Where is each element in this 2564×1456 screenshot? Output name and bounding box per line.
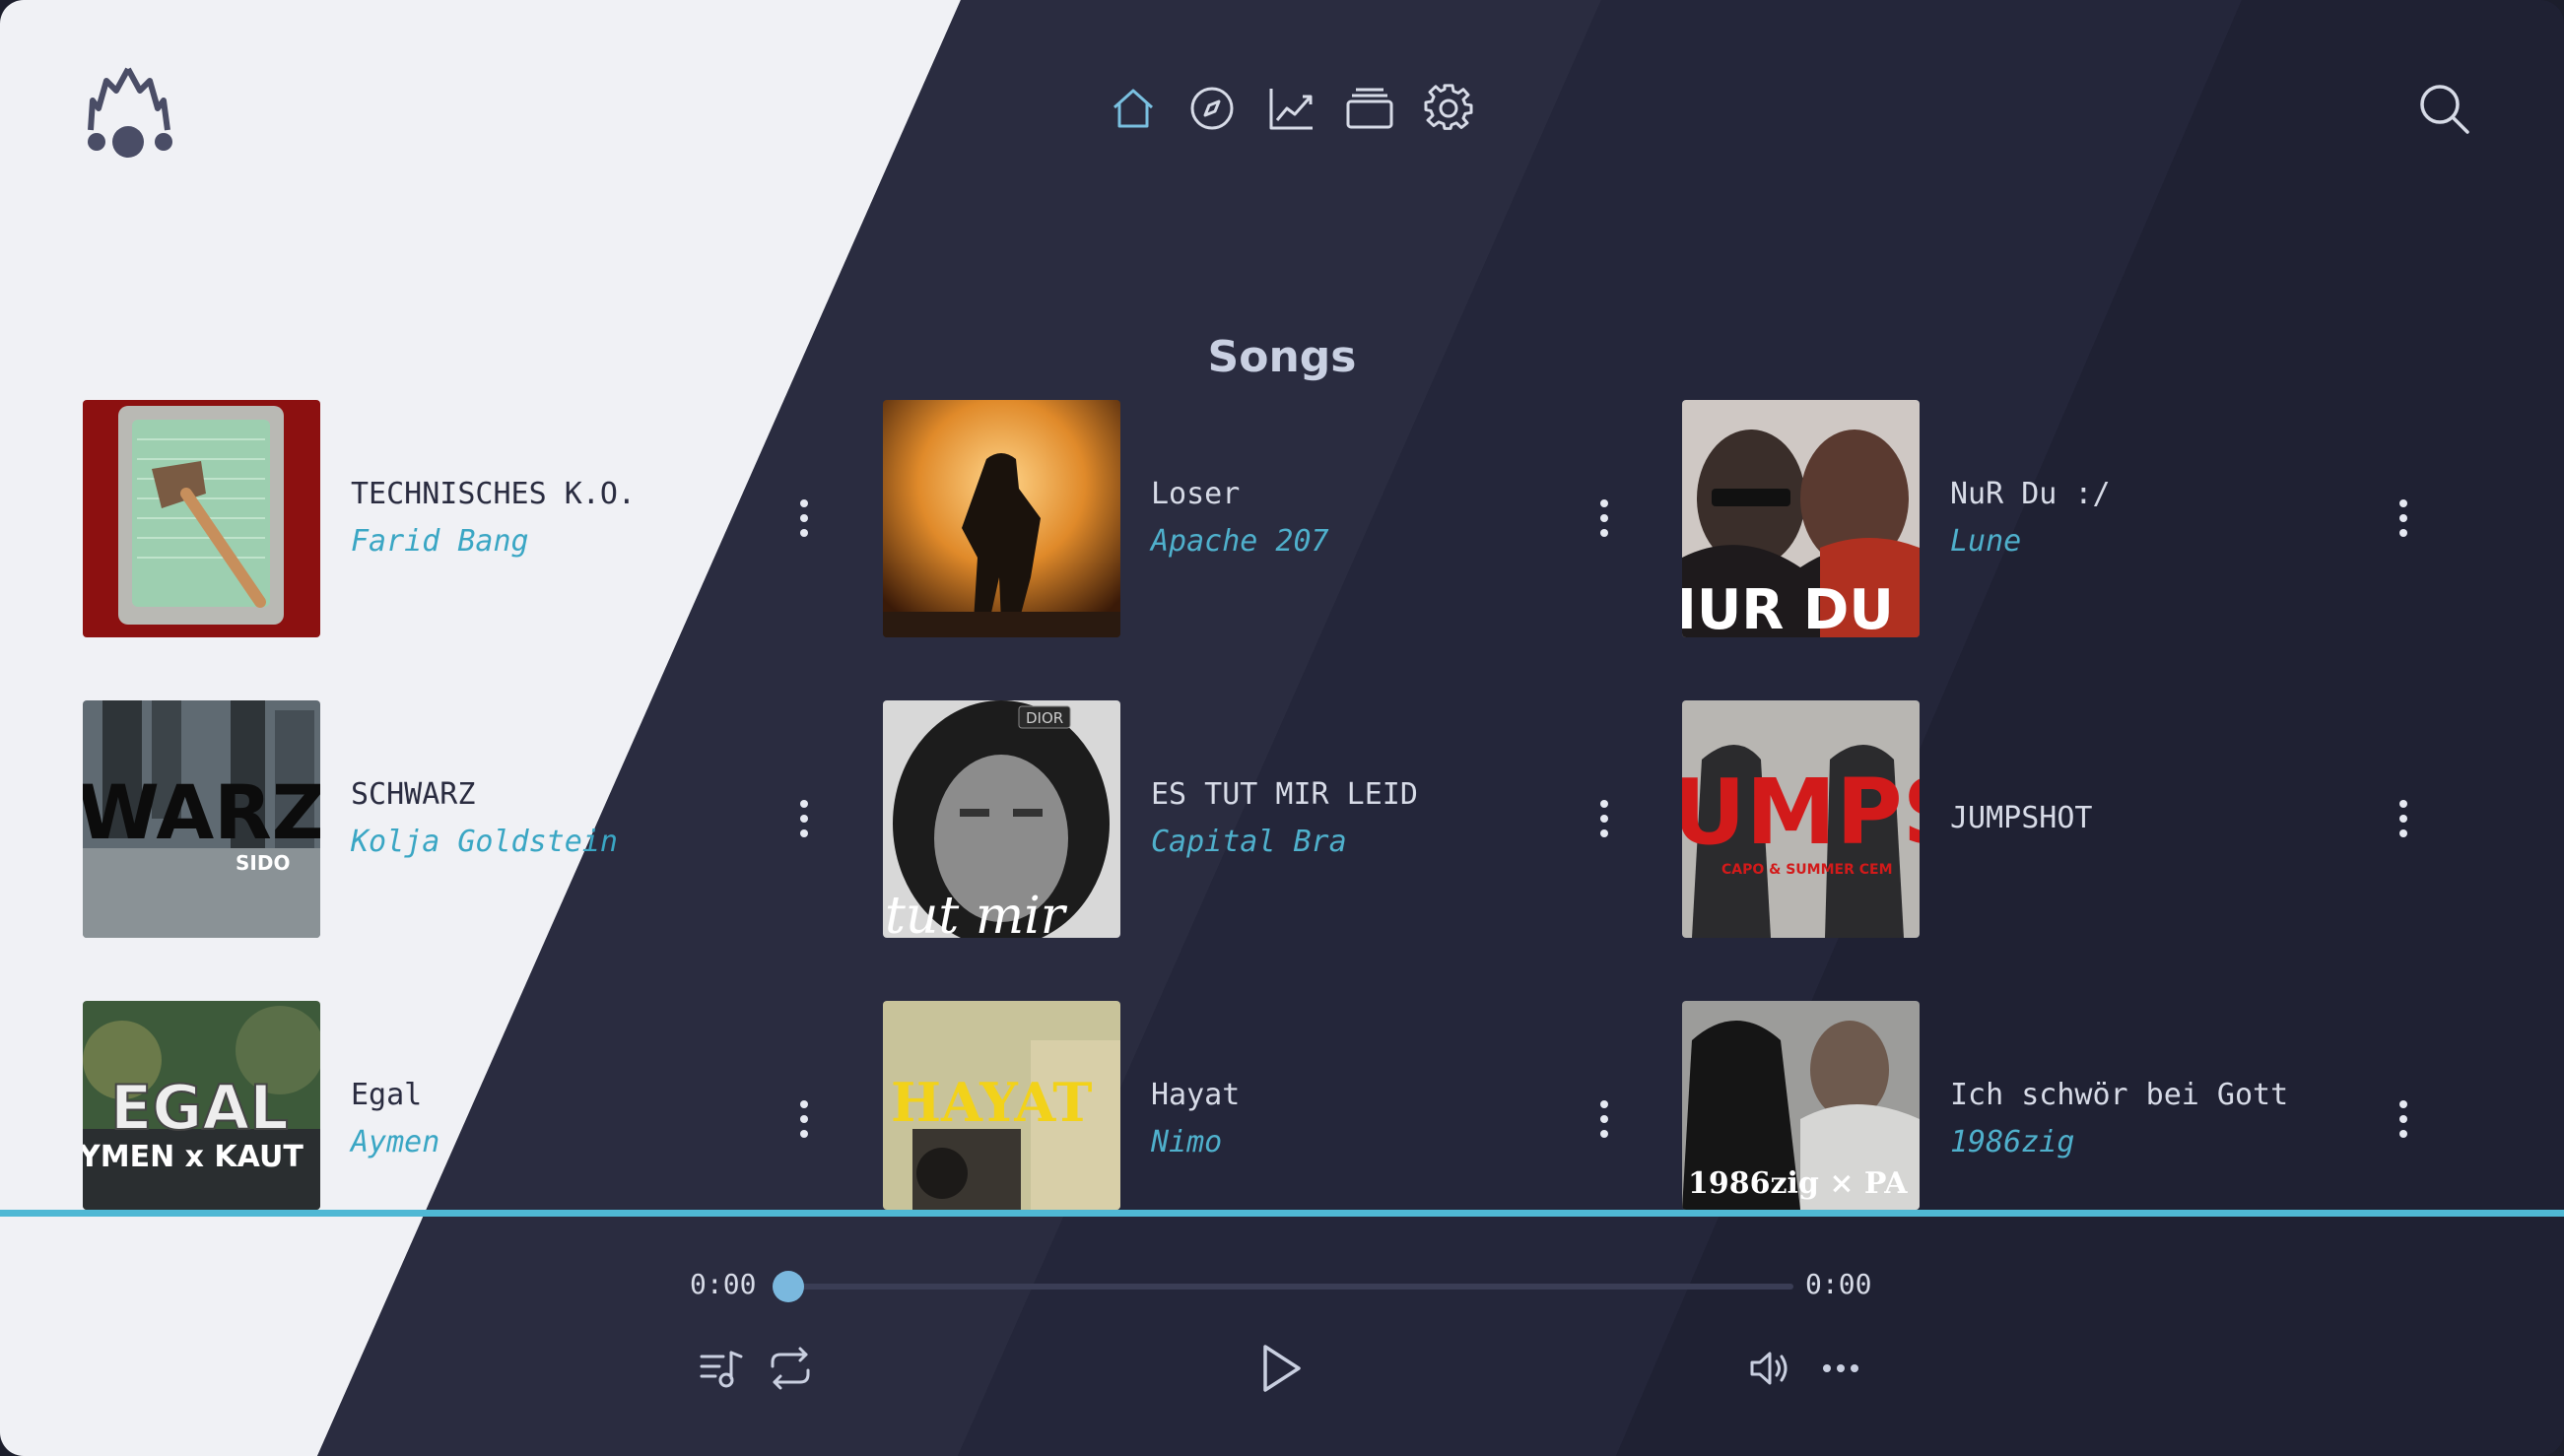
song-title: Loser <box>1151 477 1241 511</box>
album-art-text: IUR DU <box>1682 578 1894 637</box>
album-art[interactable]: 1986zig × PA SPORT <box>1682 1001 1920 1210</box>
more-options-icon[interactable] <box>1588 1092 1620 1147</box>
more-options-icon[interactable] <box>1588 791 1620 846</box>
gear-icon[interactable] <box>1424 81 1473 136</box>
song-card[interactable]: EGAL YMEN x KAUT Egal Aymen <box>83 1001 861 1238</box>
song-artist[interactable]: Nimo <box>1151 1125 1222 1159</box>
song-title: TECHNISCHES K.O. <box>351 477 636 511</box>
song-title: Egal <box>351 1078 423 1112</box>
album-art-subtext: SIDO <box>236 851 290 875</box>
album-art[interactable]: IUR DU <box>1682 400 1920 637</box>
album-art-badge: DIOR <box>1026 709 1063 727</box>
repeat-icon[interactable] <box>763 1341 818 1396</box>
album-art[interactable]: EGAL YMEN x KAUT <box>83 1001 320 1210</box>
library-icon[interactable] <box>1345 81 1394 136</box>
more-options-icon[interactable] <box>1588 491 1620 546</box>
album-art-text: WARZ <box>83 768 320 856</box>
song-title: Ich schwör bei Gott <box>1950 1078 2289 1112</box>
home-icon[interactable] <box>1109 81 1158 136</box>
queue-icon[interactable] <box>694 1341 749 1396</box>
song-card[interactable]: HAYAT Hayat Nimo <box>883 1001 1661 1238</box>
album-art-text: tut mir <box>885 887 1068 938</box>
album-art-text: UMPSH <box>1682 760 1920 865</box>
song-card[interactable]: UMPSH CAPO & SUMMER CEM JUMPSHOT <box>1682 700 2461 938</box>
album-art-text: 1986zig × PA SPORT <box>1688 1166 1920 1201</box>
seek-handle[interactable] <box>773 1271 804 1302</box>
song-artist[interactable]: Capital Bra <box>1151 825 1347 859</box>
compass-icon[interactable] <box>1187 81 1237 136</box>
album-art-subtext: YMEN x KAUT <box>83 1140 304 1174</box>
album-art[interactable]: HAYAT <box>883 1001 1120 1210</box>
flame-logo-icon[interactable] <box>87 61 175 160</box>
total-time: 0:00 <box>1805 1268 1872 1300</box>
seek-bar[interactable] <box>773 1271 1793 1302</box>
song-card[interactable]: 1986zig × PA SPORT Ich schwör bei Gott 1… <box>1682 1001 2461 1238</box>
song-artist[interactable]: Farid Bang <box>351 524 529 559</box>
song-title: ES TUT MIR LEID <box>1151 777 1418 812</box>
player-top-border <box>0 1210 2564 1217</box>
song-artist[interactable]: Apache 207 <box>1151 524 1329 559</box>
current-time: 0:00 <box>690 1268 757 1300</box>
song-artist[interactable]: Lune <box>1950 524 2021 559</box>
album-art-text: HAYAT <box>891 1071 1092 1134</box>
play-icon[interactable] <box>1253 1341 1309 1396</box>
album-art[interactable]: DIOR tut mir <box>883 700 1120 938</box>
chart-icon[interactable] <box>1266 81 1316 136</box>
song-artist[interactable]: Aymen <box>351 1125 439 1159</box>
page-title: Songs <box>1207 332 1357 383</box>
more-options-icon[interactable] <box>2388 491 2419 546</box>
volume-icon[interactable] <box>1744 1341 1799 1396</box>
song-card[interactable]: IUR DU NuR Du :/ Lune <box>1682 400 2461 637</box>
album-art[interactable] <box>83 400 320 637</box>
app-window: Songs TECHNISCHES K.O. Farid Bang Loser … <box>0 0 2564 1456</box>
search-icon[interactable] <box>2416 81 2471 136</box>
album-art-text: EGAL <box>110 1072 289 1144</box>
song-title: Hayat <box>1151 1078 1241 1112</box>
main-nav <box>1109 81 1473 136</box>
song-card[interactable]: DIOR tut mir ES TUT MIR LEID Capital Bra <box>883 700 1661 938</box>
song-card[interactable]: TECHNISCHES K.O. Farid Bang <box>83 400 861 637</box>
song-artist[interactable]: Kolja Goldstein <box>351 825 618 859</box>
more-options-icon[interactable] <box>788 1092 820 1147</box>
song-card[interactable]: Loser Apache 207 <box>883 400 1661 637</box>
player-bar: 0:00 0:00 <box>0 1217 2564 1456</box>
song-card[interactable]: WARZ SIDO SCHWARZ Kolja Goldstein <box>83 700 861 938</box>
more-options-icon[interactable] <box>2388 1092 2419 1147</box>
album-art[interactable] <box>883 400 1120 637</box>
song-artist[interactable]: 1986zig <box>1950 1125 2074 1159</box>
more-options-icon[interactable] <box>2388 791 2419 846</box>
album-art[interactable]: WARZ SIDO <box>83 700 320 938</box>
more-options-icon[interactable] <box>788 491 820 546</box>
more-icon[interactable] <box>1813 1341 1868 1396</box>
more-options-icon[interactable] <box>788 791 820 846</box>
album-art[interactable]: UMPSH CAPO & SUMMER CEM <box>1682 700 1920 938</box>
song-title: SCHWARZ <box>351 777 476 812</box>
song-title: NuR Du :/ <box>1950 477 2111 511</box>
song-title: JUMPSHOT <box>1950 801 2093 835</box>
album-art-subtext: CAPO & SUMMER CEM <box>1721 862 1893 878</box>
